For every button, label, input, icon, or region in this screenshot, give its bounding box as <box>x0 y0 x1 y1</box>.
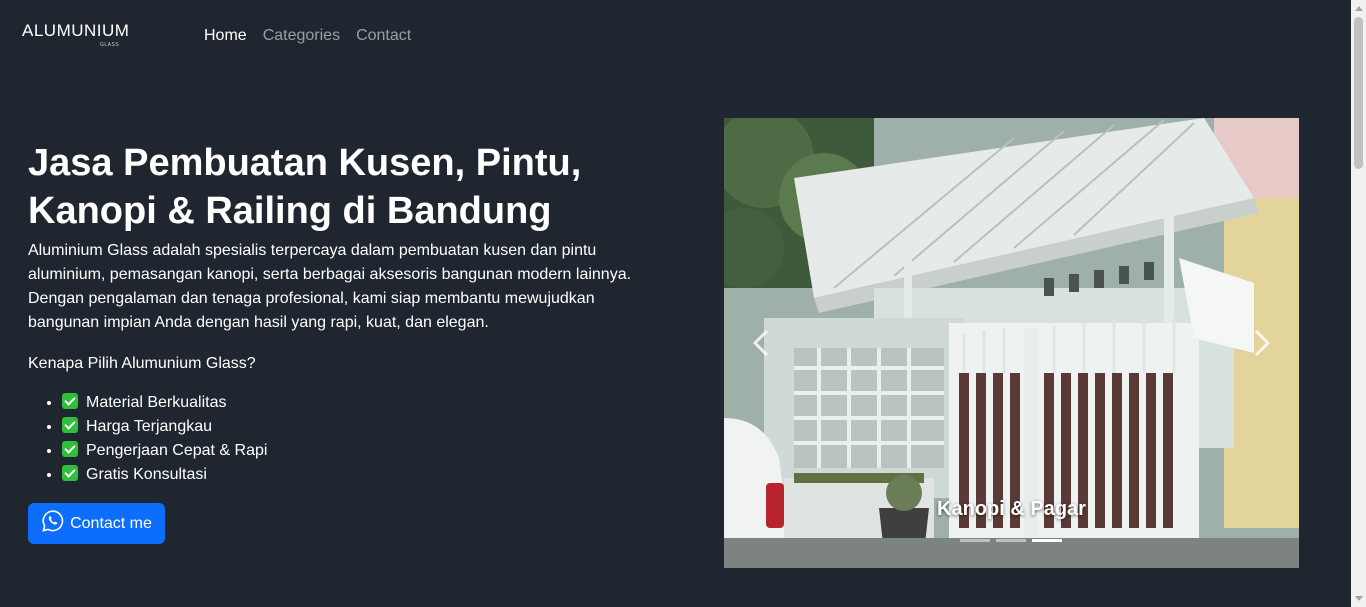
scroll-thumb[interactable] <box>1354 17 1363 169</box>
whatsapp-icon <box>41 509 65 538</box>
feature-item: Harga Terjangkau <box>62 415 267 439</box>
image-carousel[interactable]: Kanopi & Pagar <box>724 118 1299 568</box>
carousel-caption: Kanopi & Pagar <box>937 498 1086 520</box>
feature-label: Harga Terjangkau <box>86 418 213 435</box>
why-title: Kenapa Pilih Alumunium Glass? <box>28 355 256 372</box>
brand-name: ALUMUNIUM <box>22 21 130 40</box>
nav-categories[interactable]: Categories <box>263 26 340 46</box>
chevron-left-icon <box>752 329 769 357</box>
feature-label: Material Berkualitas <box>86 394 227 411</box>
page-scrollbar[interactable] <box>1351 0 1366 607</box>
scroll-down-arrow-icon[interactable] <box>1355 596 1363 601</box>
nav-home[interactable]: Home <box>204 26 247 46</box>
carousel-indicators <box>960 539 1062 542</box>
carousel-indicator-2[interactable] <box>996 539 1026 542</box>
hero-title: Jasa Pembuatan Kusen, Pintu, Kanopi & Ra… <box>28 142 582 232</box>
brand-subtitle: GLASS <box>100 42 120 48</box>
feature-item: Gratis Konsultasi <box>62 463 267 487</box>
carousel-prev-button[interactable] <box>742 323 782 363</box>
feature-label: Pengerjaan Cepat & Rapi <box>86 442 268 459</box>
scroll-up-arrow-icon[interactable] <box>1355 6 1363 11</box>
feature-label: Gratis Konsultasi <box>86 466 207 483</box>
hero-description: Aluminium Glass adalah spesialis terperc… <box>28 242 632 331</box>
check-mark-icon <box>62 393 78 409</box>
nav-contact[interactable]: Contact <box>356 26 411 46</box>
main-nav: Home Categories Contact <box>204 26 411 46</box>
carousel-indicator-1[interactable] <box>960 539 990 542</box>
check-mark-icon <box>62 417 78 433</box>
feature-item: Material Berkualitas <box>62 391 267 415</box>
check-mark-icon <box>62 441 78 457</box>
contact-button[interactable]: Contact me <box>28 503 165 544</box>
brand-logo[interactable]: ALUMUNIUM GLASS <box>22 21 130 48</box>
carousel-next-button[interactable] <box>1241 323 1281 363</box>
chevron-right-icon <box>1254 329 1271 357</box>
check-mark-icon <box>62 465 78 481</box>
feature-list: Material Berkualitas Harga Terjangkau Pe… <box>28 391 267 487</box>
feature-item: Pengerjaan Cepat & Rapi <box>62 439 267 463</box>
contact-button-label: Contact me <box>70 514 152 532</box>
carousel-indicator-3[interactable] <box>1032 539 1062 542</box>
